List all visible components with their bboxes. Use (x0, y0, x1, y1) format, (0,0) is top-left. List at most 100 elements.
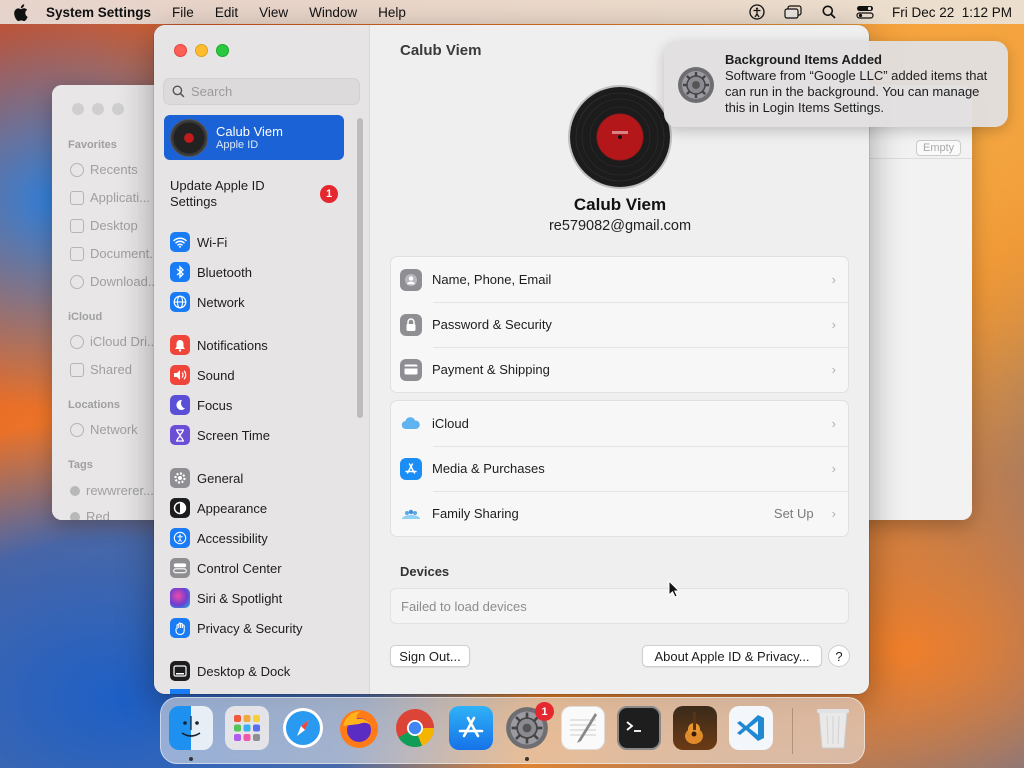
zoom-button[interactable] (216, 44, 229, 57)
devices-title: Devices (400, 564, 450, 579)
row-media-purchases[interactable]: Media & Purchases › (391, 446, 848, 491)
menu-view[interactable]: View (259, 5, 288, 20)
download-icon (70, 274, 84, 289)
running-indicator (189, 757, 193, 761)
minimize-button[interactable] (195, 44, 208, 57)
sidebar-item-notifications[interactable]: Notifications (170, 334, 268, 356)
finder-item-downloads[interactable]: Download... (70, 274, 159, 289)
dock-firefox-icon[interactable] (337, 706, 381, 750)
control-center-toggle-icon[interactable] (856, 4, 874, 20)
icloud-icon (400, 413, 422, 435)
bluetooth-icon (170, 262, 190, 282)
globe-icon (170, 292, 190, 312)
sidebar-scrollbar[interactable] (357, 118, 363, 418)
row-password-security[interactable]: Password & Security › (391, 302, 848, 347)
settings-gear-icon (676, 65, 716, 105)
sidebar-item-desktop-dock[interactable]: Desktop & Dock (170, 660, 290, 682)
finder-item-network[interactable]: Network (70, 422, 138, 437)
finder-tag-2[interactable]: Red (70, 509, 110, 520)
sidebar-item-apple-id[interactable]: Calub Viem Apple ID (164, 115, 344, 160)
empty-trash-button[interactable]: Empty (916, 140, 962, 156)
sidebar-item-privacy[interactable]: Privacy & Security (170, 617, 302, 639)
finder-item-icloud-drive[interactable]: iCloud Dri... (70, 334, 158, 349)
sidebar-item-screen-time[interactable]: Screen Time (170, 424, 270, 446)
finder-item-documents[interactable]: Document... (70, 246, 160, 261)
sidebar-item-siri[interactable]: Siri & Spotlight (170, 587, 282, 609)
screen-mirroring-icon[interactable] (784, 4, 802, 20)
globe-icon (70, 422, 84, 437)
sidebar-item-wifi[interactable]: Wi-Fi (170, 231, 227, 253)
account-group: Name, Phone, Email › Password & Security… (390, 256, 849, 393)
hourglass-icon (170, 425, 190, 445)
chevron-right-icon: › (831, 362, 836, 377)
menu-clock[interactable]: Fri Dec 22 1:12 PM (892, 5, 1012, 20)
chevron-right-icon: › (831, 317, 836, 332)
finder-section-icloud: iCloud (68, 311, 103, 323)
about-apple-id-privacy-button[interactable]: About Apple ID & Privacy... (642, 645, 822, 667)
finder-item-recents[interactable]: Recents (70, 162, 138, 177)
appstore-icon (400, 457, 422, 480)
menu-help[interactable]: Help (378, 5, 406, 20)
finder-item-shared[interactable]: Shared (70, 362, 132, 377)
notification-banner[interactable]: Background Items Added Software from “Go… (664, 41, 1008, 127)
dock-garageband-icon[interactable] (673, 706, 717, 750)
accessibility-status-icon[interactable] (748, 4, 766, 20)
update-apple-id-settings[interactable]: Update Apple ID Settings (170, 178, 310, 210)
spotlight-search-icon[interactable] (820, 4, 838, 20)
sidebar-item-sound[interactable]: Sound (170, 364, 235, 386)
dock-terminal-icon[interactable] (617, 706, 661, 750)
avatar (170, 118, 208, 157)
dock-finder-icon[interactable] (169, 706, 213, 750)
desktop-icon (70, 218, 84, 233)
finder-section-favorites: Favorites (68, 139, 117, 151)
row-family-sharing[interactable]: Family Sharing Set Up › (391, 491, 848, 536)
dock-appstore-icon[interactable] (449, 706, 493, 750)
dock-chrome-icon[interactable] (393, 706, 437, 750)
dock-launchpad-icon[interactable] (225, 706, 269, 750)
menu-file[interactable]: File (172, 5, 194, 20)
sidebar-item-bluetooth[interactable]: Bluetooth (170, 261, 252, 283)
finder-tag-1[interactable]: rewwrerer... (70, 483, 154, 498)
profile-avatar[interactable] (570, 87, 670, 187)
row-name-phone-email[interactable]: Name, Phone, Email › (391, 257, 848, 302)
tag-dot-icon (70, 511, 80, 520)
devices-status: Failed to load devices (390, 588, 849, 624)
bell-icon (170, 335, 190, 355)
row-icloud[interactable]: iCloud › (391, 401, 848, 446)
speaker-icon (170, 365, 190, 385)
control-center-icon (170, 558, 190, 578)
dock-separator (792, 708, 793, 754)
finder-window-controls (72, 103, 124, 115)
settings-dock-badge: 1 (535, 702, 554, 721)
notification-body: Software from “Google LLC” added items t… (725, 68, 988, 115)
services-group: iCloud › Media & Purchases › Family Shar… (390, 400, 849, 537)
close-button[interactable] (174, 44, 187, 57)
menu-window[interactable]: Window (309, 5, 357, 20)
chevron-right-icon: › (831, 272, 836, 287)
dock-textedit-icon[interactable] (561, 706, 605, 750)
finder-item-applications[interactable]: Applicati... (70, 190, 150, 205)
search-input[interactable]: Search (163, 78, 360, 105)
sidebar-item-focus[interactable]: Focus (170, 394, 232, 416)
lock-icon (400, 313, 422, 336)
notification-title: Background Items Added (725, 52, 882, 67)
siri-icon (170, 588, 190, 608)
finder-item-desktop[interactable]: Desktop (70, 218, 138, 233)
sidebar-user-name: Calub Viem (216, 124, 283, 139)
family-icon (400, 503, 422, 525)
sidebar-item-appearance[interactable]: Appearance (170, 497, 267, 519)
apple-menu-icon[interactable] (12, 3, 28, 21)
help-button[interactable]: ? (828, 645, 850, 667)
sidebar-item-network[interactable]: Network (170, 291, 245, 313)
sidebar-item-general[interactable]: General (170, 467, 243, 489)
dock-trash-icon[interactable] (811, 706, 855, 750)
menu-app-name[interactable]: System Settings (46, 5, 151, 20)
sign-out-button[interactable]: Sign Out... (390, 645, 470, 667)
dock-safari-icon[interactable] (281, 706, 325, 750)
accessibility-icon (170, 528, 190, 548)
sidebar-item-control-center[interactable]: Control Center (170, 557, 282, 579)
dock-vscode-icon[interactable] (729, 706, 773, 750)
row-payment-shipping[interactable]: Payment & Shipping › (391, 347, 848, 392)
menu-edit[interactable]: Edit (215, 5, 238, 20)
sidebar-item-accessibility[interactable]: Accessibility (170, 527, 268, 549)
